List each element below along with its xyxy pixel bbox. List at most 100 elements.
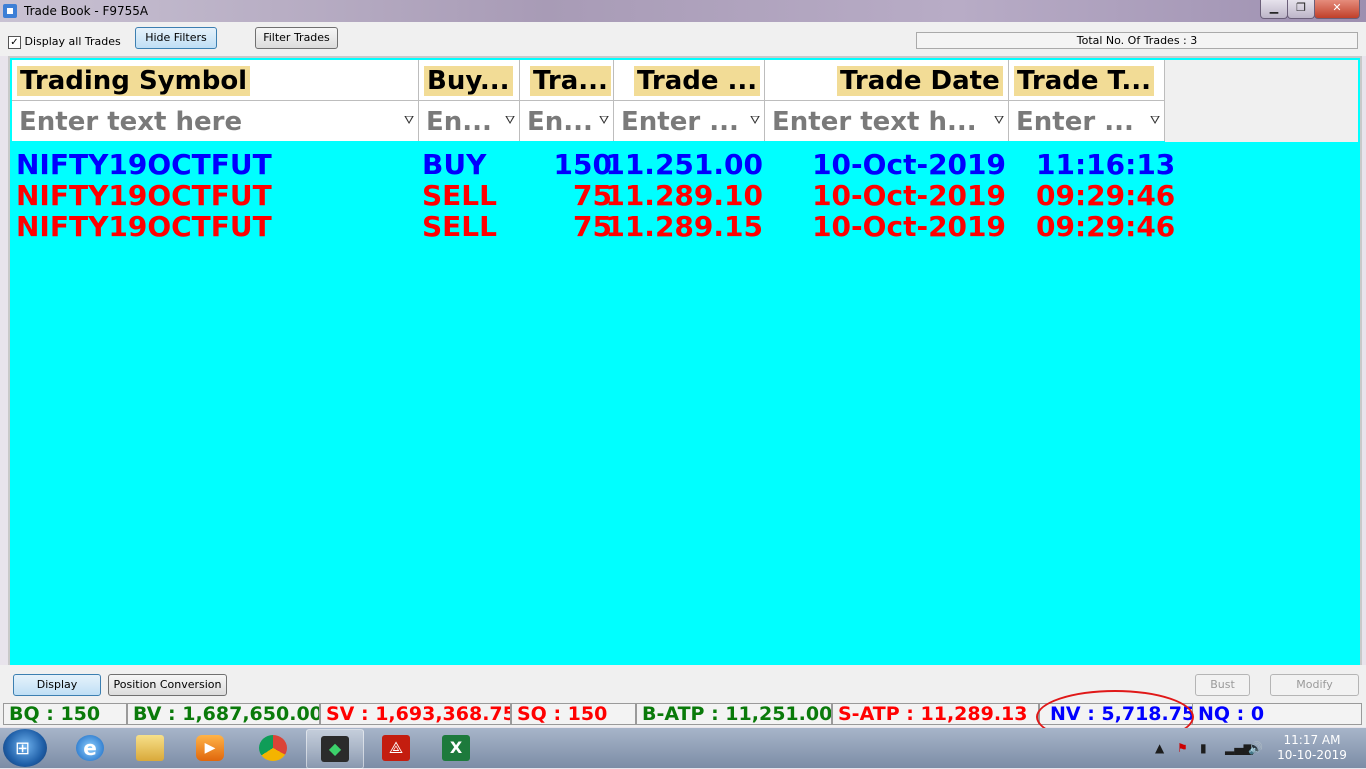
stat-sell-qty: SQ : 150: [511, 703, 636, 725]
media-player-icon: ▶: [196, 735, 224, 761]
cell-time: 09:29:46: [1036, 179, 1176, 212]
taskbar: ⊞ e ▶ ◆ ⟁ X ▲ ⚑ ▮ ▂▄▆ 🔊 11:17 AM 10-10-2…: [0, 728, 1366, 769]
table-row[interactable]: NIFTY19OCTFUT SELL 75 11.289.10 10-Oct-2…: [10, 179, 1175, 212]
taskbar-ie[interactable]: e: [62, 729, 118, 767]
filter-icon[interactable]: ⛛: [1148, 113, 1162, 127]
toolbar: ✓ Display all Trades Hide Filters Filter…: [0, 22, 1366, 56]
column-header-buy-sell[interactable]: Buy...: [419, 60, 520, 101]
header-label: Tra...: [530, 66, 611, 96]
filter-input-buy-sell[interactable]: En...: [423, 107, 492, 137]
filter-icon[interactable]: ⛛: [402, 113, 416, 127]
column-header-trade-price[interactable]: Trade ...: [614, 60, 765, 101]
window-titlebar: Trade Book - F9755A ▁ ❐ ✕: [0, 0, 1366, 22]
cell-symbol: NIFTY19OCTFUT: [16, 179, 272, 212]
cell-date: 10-Oct-2019: [812, 148, 1006, 181]
column-header-trade-date[interactable]: Trade Date: [765, 60, 1009, 101]
cell-side: BUY: [422, 148, 487, 181]
filter-icon[interactable]: ⛛: [992, 113, 1006, 127]
filter-input-trade-time[interactable]: Enter ...: [1013, 107, 1134, 137]
filter-icon[interactable]: ⛛: [748, 113, 762, 127]
display-button[interactable]: Display: [13, 674, 101, 696]
explorer-icon: [136, 735, 164, 761]
clock-time: 11:17 AM: [1283, 733, 1341, 747]
display-all-label: Display all Trades: [24, 35, 121, 48]
system-clock[interactable]: 11:17 AM 10-10-2019: [1262, 733, 1362, 763]
excel-icon: X: [442, 735, 470, 761]
action-center-icon[interactable]: ⚑: [1177, 741, 1188, 755]
header-label: Trade Date: [837, 66, 1003, 96]
bust-button[interactable]: Bust: [1195, 674, 1250, 696]
grid-header-empty-area: [1165, 60, 1358, 142]
window-title: Trade Book - F9755A: [24, 4, 149, 18]
filter-cell-buy-sell[interactable]: En... ⛛: [419, 101, 520, 141]
header-label: Buy...: [424, 66, 513, 96]
acrobat-icon: ⟁: [382, 735, 410, 761]
position-conversion-button[interactable]: Position Conversion: [108, 674, 227, 696]
close-icon: ✕: [1332, 1, 1342, 14]
filter-trades-button[interactable]: Filter Trades: [255, 27, 338, 49]
power-icon[interactable]: ▮: [1200, 741, 1207, 755]
filter-cell-trade-qty[interactable]: En... ⛛: [520, 101, 614, 141]
trade-grid: Trading Symbol Buy... Tra... Trade ... T…: [8, 56, 1362, 667]
show-hidden-icons-icon[interactable]: ▲: [1155, 741, 1164, 755]
cell-symbol: NIFTY19OCTFUT: [16, 148, 272, 181]
minimize-button[interactable]: ▁: [1260, 0, 1288, 19]
modify-button[interactable]: Modify: [1270, 674, 1359, 696]
app-icon: [3, 4, 17, 18]
cell-price: 11.289.15: [605, 210, 763, 243]
stat-buy-qty: BQ : 150: [3, 703, 127, 725]
stat-sell-atp: S-ATP : 11,289.13: [832, 703, 1039, 725]
cell-time: 11:16:13: [1036, 148, 1176, 181]
table-row[interactable]: NIFTY19OCTFUT SELL 75 11.289.15 10-Oct-2…: [10, 210, 1175, 243]
cell-side: SELL: [422, 210, 497, 243]
header-label: Trade T...: [1014, 66, 1154, 96]
total-trades-count: Total No. Of Trades : 3: [916, 32, 1358, 49]
header-label: Trading Symbol: [17, 66, 251, 96]
volume-icon[interactable]: 🔊: [1248, 741, 1263, 755]
filter-input-trading-symbol[interactable]: Enter text here: [16, 107, 242, 137]
taskbar-excel[interactable]: X: [428, 729, 484, 767]
cell-time: 09:29:46: [1036, 210, 1176, 243]
filter-cell-trade-date[interactable]: Enter text h... ⛛: [765, 101, 1009, 141]
stat-buy-value: BV : 1,687,650.00: [127, 703, 320, 725]
stat-net-qty: NQ : 0: [1192, 703, 1362, 725]
header-label: Trade ...: [634, 66, 761, 96]
taskbar-chrome[interactable]: [245, 729, 301, 767]
ie-icon: e: [76, 735, 104, 761]
hide-filters-button[interactable]: Hide Filters: [135, 27, 217, 49]
start-button[interactable]: ⊞: [3, 729, 47, 767]
restore-icon: ❐: [1296, 1, 1306, 14]
close-button[interactable]: ✕: [1314, 0, 1360, 19]
filter-input-trade-qty[interactable]: En...: [524, 107, 593, 137]
maximize-button[interactable]: ❐: [1287, 0, 1315, 19]
trading-app-icon: ◆: [321, 736, 349, 762]
filter-cell-trading-symbol[interactable]: Enter text here ⛛: [12, 101, 419, 141]
taskbar-acrobat[interactable]: ⟁: [368, 729, 424, 767]
filter-input-trade-date[interactable]: Enter text h...: [769, 107, 977, 137]
clock-date: 10-10-2019: [1277, 748, 1347, 762]
taskbar-trading-app[interactable]: ◆: [306, 729, 364, 769]
cell-symbol: NIFTY19OCTFUT: [16, 210, 272, 243]
filter-icon[interactable]: ⛛: [503, 113, 517, 127]
stat-buy-atp: B-ATP : 11,251.00: [636, 703, 832, 725]
cell-price: 11.289.10: [605, 179, 763, 212]
taskbar-explorer[interactable]: [122, 729, 178, 767]
display-all-trades-toggle[interactable]: ✓ Display all Trades: [8, 35, 121, 49]
chrome-icon: [259, 735, 287, 761]
filter-cell-trade-time[interactable]: Enter ... ⛛: [1009, 101, 1165, 141]
stat-sell-value: SV : 1,693,368.75: [320, 703, 511, 725]
table-row[interactable]: NIFTY19OCTFUT BUY 150 11.251.00 10-Oct-2…: [10, 148, 1175, 181]
column-header-trading-symbol[interactable]: Trading Symbol: [12, 60, 419, 101]
minimize-icon: ▁: [1269, 1, 1279, 14]
display-all-checkbox[interactable]: ✓: [8, 35, 21, 49]
column-header-trade-time[interactable]: Trade T...: [1009, 60, 1165, 101]
cell-date: 10-Oct-2019: [812, 179, 1006, 212]
filter-input-trade-price[interactable]: Enter ...: [618, 107, 739, 137]
filter-icon[interactable]: ⛛: [597, 113, 611, 127]
taskbar-media-player[interactable]: ▶: [182, 729, 238, 767]
filter-cell-trade-price[interactable]: Enter ... ⛛: [614, 101, 765, 141]
column-header-trade-qty[interactable]: Tra...: [520, 60, 614, 101]
cell-price: 11.251.00: [605, 148, 763, 181]
windows-logo-icon: ⊞: [15, 738, 31, 759]
cell-date: 10-Oct-2019: [812, 210, 1006, 243]
